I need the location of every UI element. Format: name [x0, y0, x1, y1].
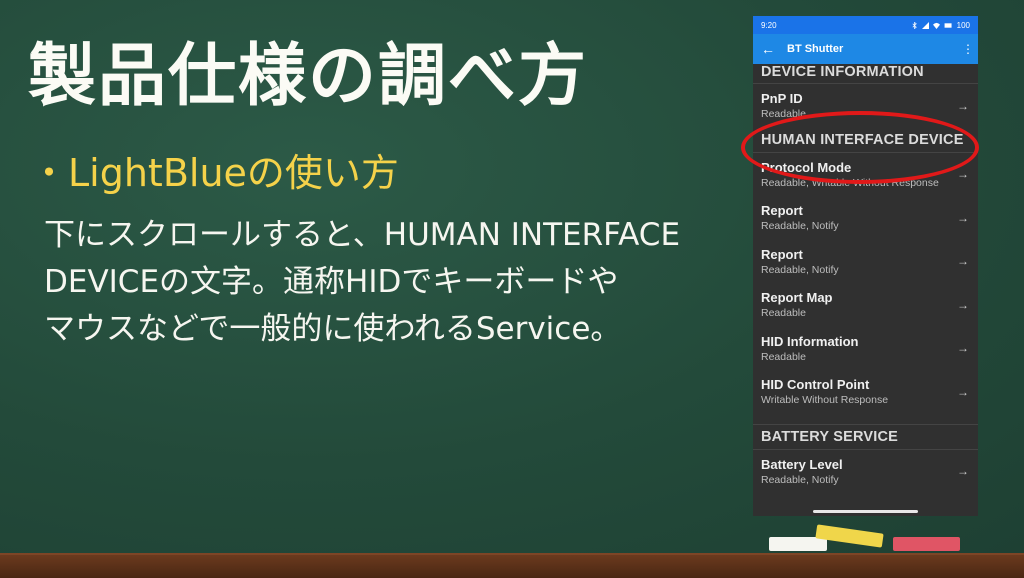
app-title: BT Shutter [787, 43, 844, 55]
arrow-left-icon[interactable]: ← [761, 41, 787, 57]
status-time: 9:20 [761, 20, 777, 30]
arrow-right-icon: → [957, 254, 969, 269]
characteristic-item[interactable]: HID Information Readable → [753, 327, 978, 371]
arrow-right-icon: → [957, 297, 969, 312]
section-divider [753, 414, 978, 425]
arrow-right-icon: → [957, 98, 969, 113]
characteristic-properties: Readable [761, 307, 806, 320]
arrow-right-icon: → [957, 341, 969, 356]
home-indicator [813, 510, 918, 513]
section-header-battery-service: BATTERY SERVICE [753, 425, 978, 450]
body-line: DEVICEの文字。通称HIDでキーボードや [44, 264, 619, 300]
battery-icon [944, 22, 952, 28]
more-vertical-icon[interactable]: ⋮ [962, 42, 974, 56]
body-line: マウスなどで一般的に使われるService。 [44, 311, 622, 347]
arrow-right-icon: → [957, 464, 969, 479]
chalk-ledge [0, 553, 1024, 578]
battery-level: 100 [956, 20, 970, 30]
white-chalk [769, 537, 827, 551]
characteristic-name: Battery Level [761, 456, 843, 472]
characteristic-item[interactable]: HID Control Point Writable Without Respo… [753, 370, 978, 414]
bullet-heading: ・LightBlueの使い方 [30, 151, 399, 195]
characteristic-item[interactable]: Report Readable, Notify → [753, 240, 978, 284]
body-line: 下にスクロールすると、HUMAN INTERFACE [44, 217, 681, 253]
characteristic-name: Report [761, 246, 803, 262]
slide-title: 製品仕様の調べ方 [28, 37, 589, 116]
characteristic-name: HID Control Point [761, 377, 870, 393]
characteristic-properties: Readable [761, 350, 806, 363]
status-bar: 9:20 100 [753, 16, 978, 34]
arrow-right-icon: → [957, 167, 969, 182]
characteristic-properties: Readable, Notify [761, 473, 839, 486]
app-bar: ← BT Shutter ⋮ [753, 34, 978, 64]
characteristic-name: HID Information [761, 333, 859, 349]
characteristic-item[interactable]: Battery Level Readable, Notify → [753, 450, 978, 494]
characteristic-properties: Readable, Notify [761, 263, 839, 276]
characteristic-name: PnP ID [761, 91, 803, 107]
arrow-right-icon: → [957, 210, 969, 225]
phone-screenshot: 9:20 100 ← BT Shutter ⋮ DEVICE INFORMATI… [753, 16, 978, 516]
highlight-circle [741, 111, 979, 184]
wifi-icon [932, 22, 940, 29]
body-text: 下にスクロールすると、HUMAN INTERFACE DEVICEの文字。通称H… [44, 212, 744, 353]
characteristic-item[interactable]: Report Readable, Notify → [753, 196, 978, 240]
characteristic-name: Report [761, 203, 803, 219]
characteristic-name: Report Map [761, 290, 833, 306]
signal-icon [921, 21, 929, 29]
red-chalk [893, 537, 960, 551]
bluetooth-icon [912, 21, 917, 29]
characteristic-properties: Readable, Notify [761, 220, 839, 233]
arrow-right-icon: → [957, 384, 969, 399]
section-header-device-information: DEVICE INFORMATION [753, 64, 978, 84]
characteristic-properties: Writable Without Response [761, 394, 889, 407]
characteristic-item[interactable]: Report Map Readable → [753, 283, 978, 327]
